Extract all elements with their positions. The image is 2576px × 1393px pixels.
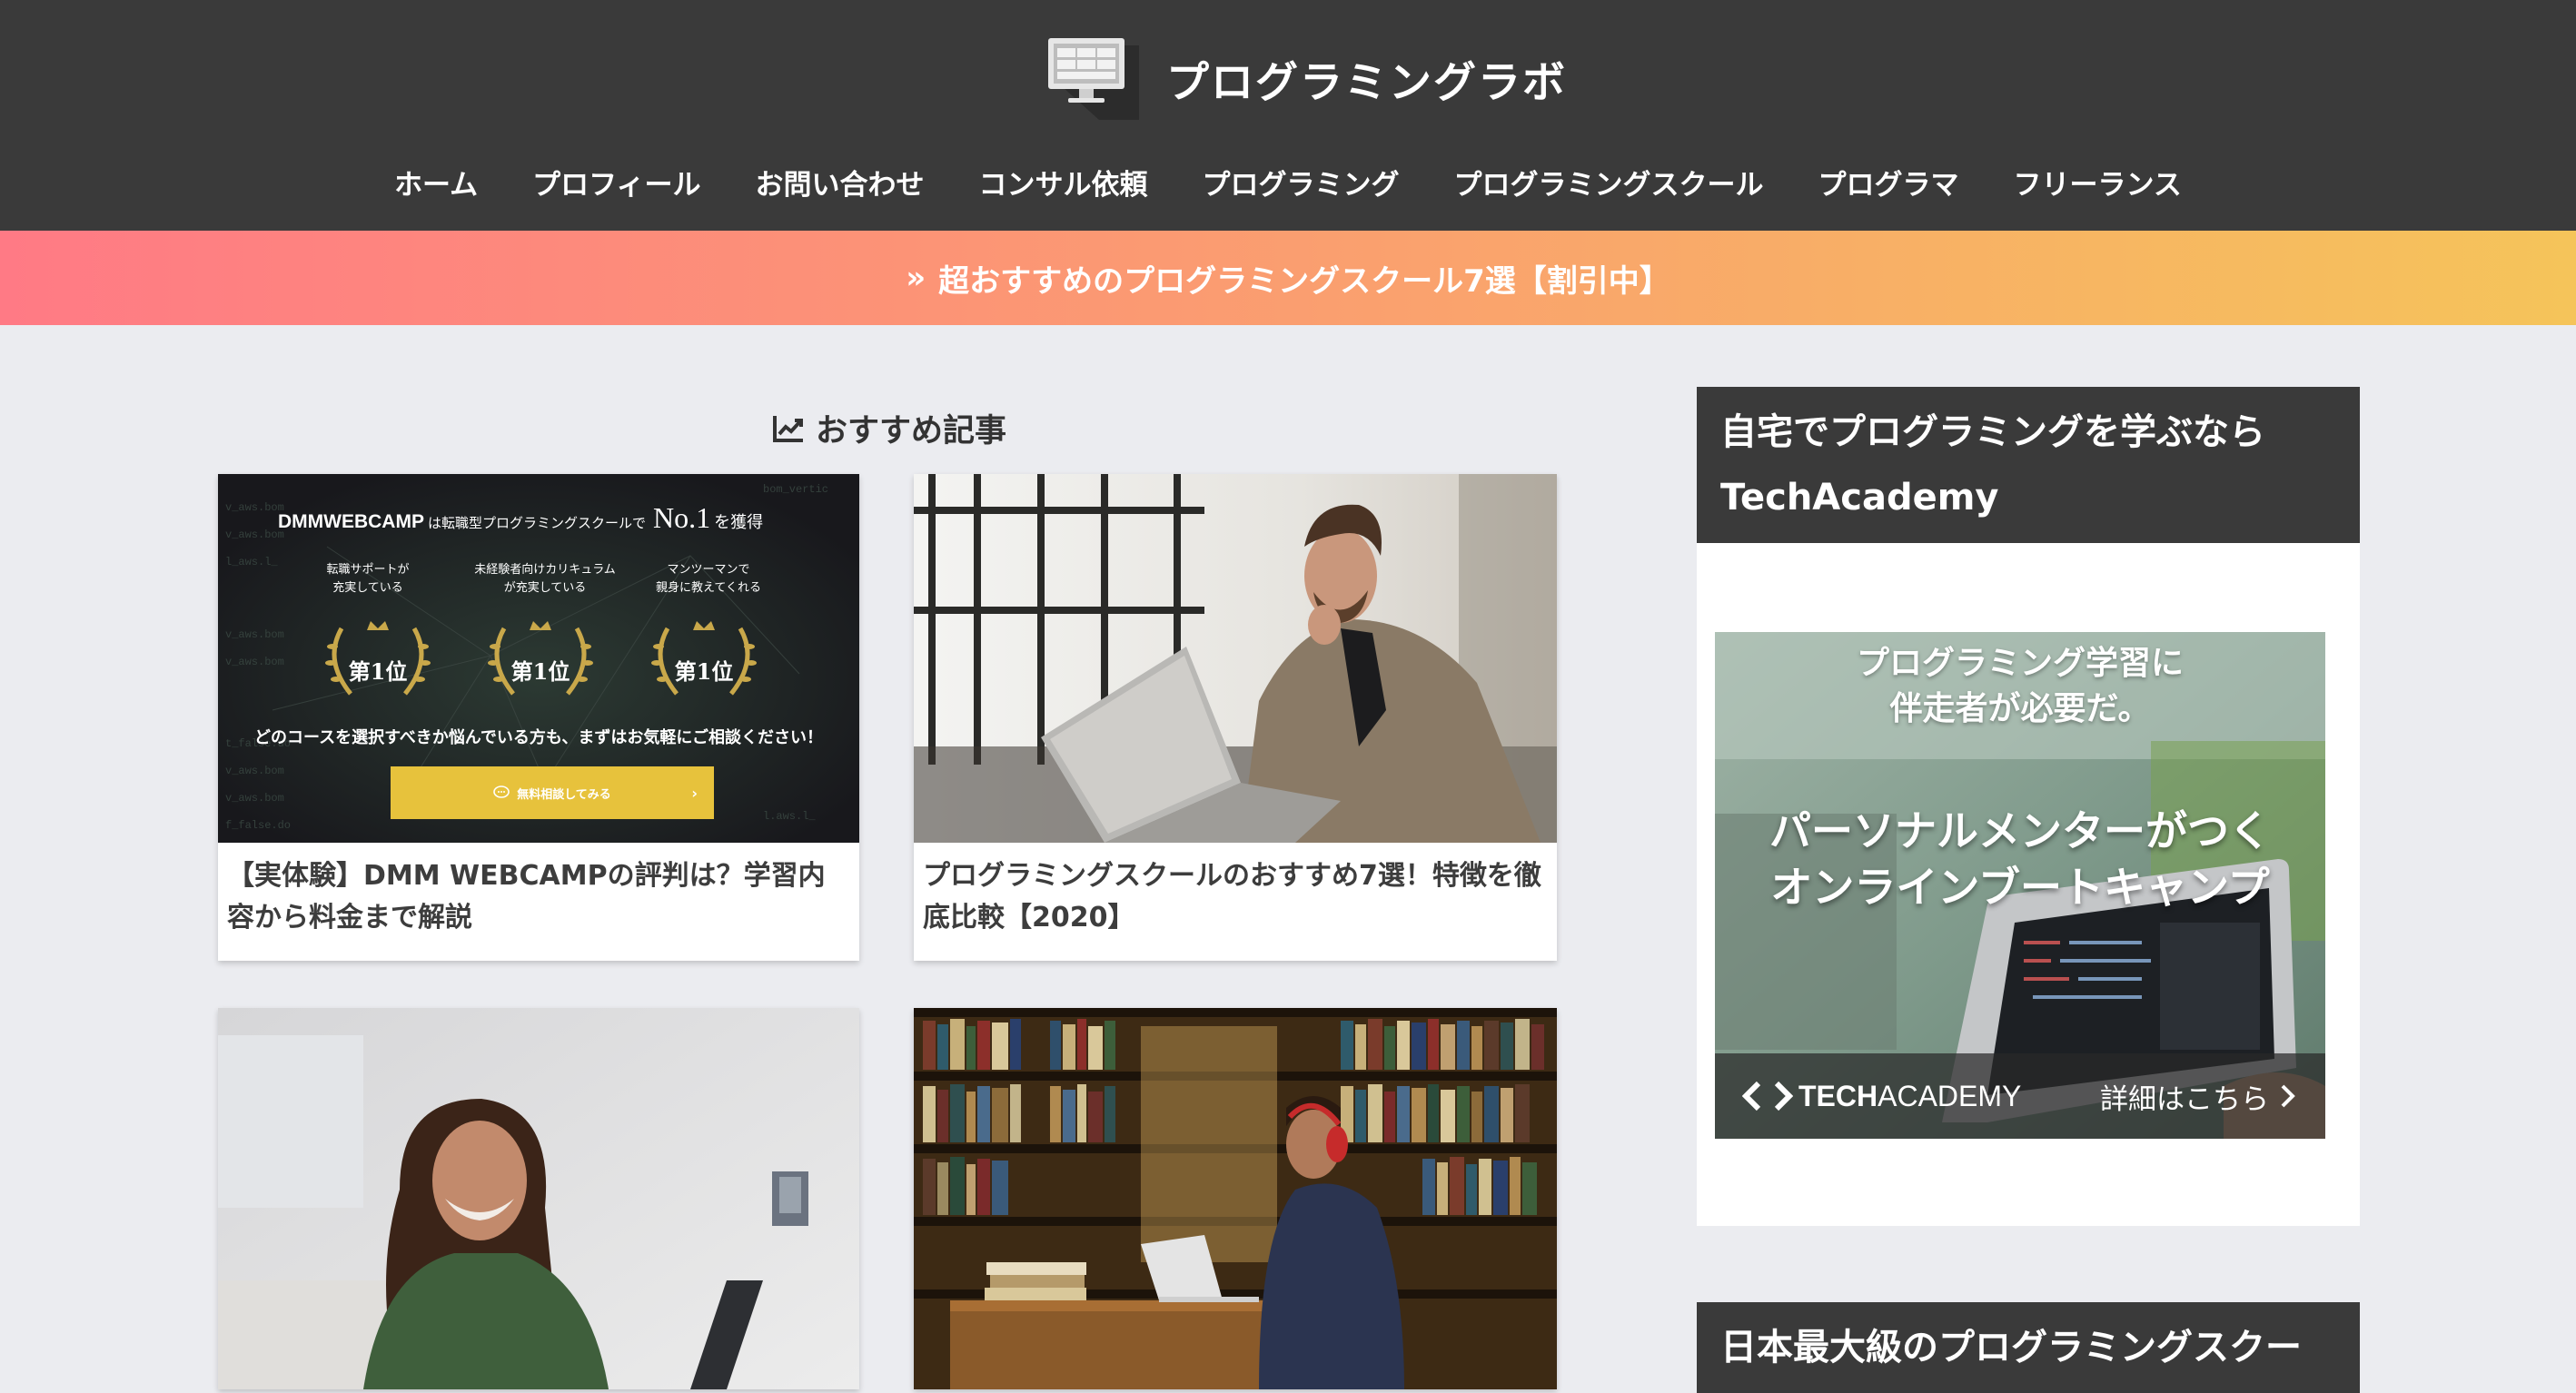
- nav-item-contact[interactable]: お問い合わせ: [728, 154, 952, 210]
- ad-details-label: 詳細はこちら: [2100, 1082, 2269, 1116]
- nav-item-home[interactable]: ホーム: [367, 154, 505, 210]
- ad-headline-line: オンラインブートキャンプ: [1770, 863, 2270, 912]
- svg-text:v_aws.bom: v_aws.bom: [225, 656, 284, 668]
- article-thumbnail: v_aws.bom v_aws.bom l_aws.l_ v_aws.bom v…: [218, 474, 859, 843]
- man-with-laptop-photo: [914, 474, 1557, 843]
- double-chevron-icon: »: [906, 260, 926, 296]
- ad-headline-top: プログラミング学習に 伴走者が必要だ。: [1715, 641, 2325, 732]
- chat-bubble-icon: [493, 785, 510, 798]
- thumb-lead-text: どのコースを選択すべきか悩んでいる方も、まずはお気軽にご相談ください！: [253, 728, 824, 747]
- techacademy-ad-banner[interactable]: プログラミング学習に 伴走者が必要だ。 パーソナルメンターがつく オンラインブー…: [1715, 632, 2325, 1139]
- widget-title: 自宅でプログラミングを学ぶなら TechAcademy: [1697, 387, 2360, 543]
- laurel-badge-1: 第1位: [314, 610, 441, 710]
- ad-headline-line: パーソナルメンターがつく: [1769, 806, 2271, 855]
- nav-item-freelance[interactable]: フリーランス: [1986, 154, 2209, 210]
- nav-item-programming-school[interactable]: プログラミングスクール: [1427, 154, 1791, 210]
- svg-text:v_aws.bom: v_aws.bom: [225, 501, 284, 514]
- woman-student-photo: [218, 1008, 859, 1389]
- chevron-right-icon: [2281, 1084, 2295, 1108]
- notice-banner[interactable]: » 超おすすめのプログラミングスクール7選【割引中】: [0, 231, 2576, 325]
- svg-text:v_aws.bom: v_aws.bom: [225, 792, 284, 805]
- brand-tech: TECH: [1798, 1079, 1878, 1112]
- ad-footer-bar: TECH ACADEMY 詳細はこちら: [1715, 1053, 2325, 1139]
- thumb-headline-tail: を獲得: [714, 513, 764, 532]
- widget-title-line: TechAcademy: [1720, 477, 1999, 519]
- svg-text:v_aws.bom: v_aws.bom: [225, 529, 284, 541]
- trending-chart-icon: [773, 415, 803, 442]
- article-card[interactable]: [914, 1008, 1557, 1389]
- site-header: プログラミングラボ ホーム プロフィール お問い合わせ コンサル依頼 プログラミ…: [0, 0, 2576, 231]
- thumb-cta-label: 無料相談してみる: [517, 787, 611, 802]
- svg-text:v_aws.bom: v_aws.bom: [225, 628, 284, 641]
- article-card-title: 【実体験】DMM WEBCAMPの評判は？学習内容から料金まで解説: [227, 860, 826, 934]
- laurel-badge-2: 第1位: [477, 610, 604, 710]
- code-brackets-icon: [1742, 1081, 1793, 1111]
- widget-title-line: 自宅でプログラミングを学ぶなら: [1720, 411, 2265, 453]
- rank-label: 第1位: [674, 658, 734, 685]
- article-thumbnail: [914, 474, 1557, 843]
- brand-academy: ACADEMY: [1878, 1079, 2022, 1112]
- notice-banner-text: 超おすすめのプログラミングスクール7選【割引中】: [938, 262, 1670, 300]
- award-label-1: 転職サポートが 充実している: [326, 563, 410, 595]
- ad-headline-line: 伴走者が必要だ。: [1889, 690, 2151, 727]
- section-title: おすすめ記事: [772, 405, 1006, 451]
- nav-item-profile[interactable]: プロフィール: [505, 154, 728, 210]
- article-card[interactable]: プログラミングスクールのおすすめ7選！特徴を徹底比較【2020】: [914, 474, 1557, 961]
- svg-text:bom_vertic: bom_vertic: [763, 483, 828, 496]
- svg-text:v_aws.bom: v_aws.bom: [225, 765, 284, 777]
- thumb-headline: は転職型プログラミングスクールで: [427, 515, 646, 531]
- award-label-3: マンツーマンで 親身に教えてくれる: [656, 563, 761, 595]
- thumb-brand: DMMWEBCAMP: [278, 511, 424, 532]
- chevron-right-icon: ›: [691, 784, 698, 802]
- article-thumbnail: [914, 1008, 1557, 1389]
- techacademy-logo: TECH ACADEMY: [1742, 1080, 2021, 1113]
- thumb-cta-button: 無料相談してみる ›: [391, 766, 714, 819]
- article-thumbnail: [218, 1008, 859, 1389]
- svg-text:f_false.do: f_false.do: [225, 819, 291, 832]
- nav-item-programmer[interactable]: プログラマ: [1791, 154, 1986, 210]
- svg-text:l_aws.l_: l_aws.l_: [225, 556, 278, 568]
- site-logo[interactable]: プログラミングラボ: [1045, 33, 1567, 123]
- nav-item-programming[interactable]: プログラミング: [1175, 154, 1427, 210]
- monitor-logo-icon: [1045, 33, 1144, 123]
- ad-details-link[interactable]: 詳細はこちら: [2100, 1076, 2298, 1117]
- site-title: プログラミングラボ: [1166, 57, 1567, 108]
- section-title-text: おすすめ記事: [816, 413, 1007, 450]
- article-card-title: プログラミングスクールのおすすめ7選！特徴を徹底比較【2020】: [923, 860, 1541, 934]
- laurel-badge-3: 第1位: [640, 610, 768, 710]
- nav-item-consulting[interactable]: コンサル依頼: [952, 154, 1175, 210]
- article-card[interactable]: v_aws.bom v_aws.bom l_aws.l_ v_aws.bom v…: [218, 474, 859, 961]
- library-study-photo: [914, 1008, 1557, 1389]
- global-nav: ホーム プロフィール お問い合わせ コンサル依頼 プログラミング プログラミング…: [0, 154, 2576, 210]
- award-label-2: 未経験者向けカリキュラム が充実している: [474, 563, 616, 595]
- article-card[interactable]: [218, 1008, 859, 1389]
- rank-label: 第1位: [348, 658, 408, 685]
- thumb-headline-no1: No.1: [653, 501, 711, 534]
- svg-text:l.aws.l_: l.aws.l_: [763, 810, 816, 823]
- rank-label: 第1位: [510, 658, 570, 685]
- widget-title: 日本最大級のプログラミングスクー: [1697, 1302, 2360, 1393]
- ad-headline-line: プログラミング学習に: [1856, 645, 2184, 682]
- ad-headline-main: パーソナルメンターがつく オンラインブートキャンプ: [1715, 803, 2325, 915]
- sidebar-widget-school: 日本最大級のプログラミングスクー: [1697, 1302, 2360, 1393]
